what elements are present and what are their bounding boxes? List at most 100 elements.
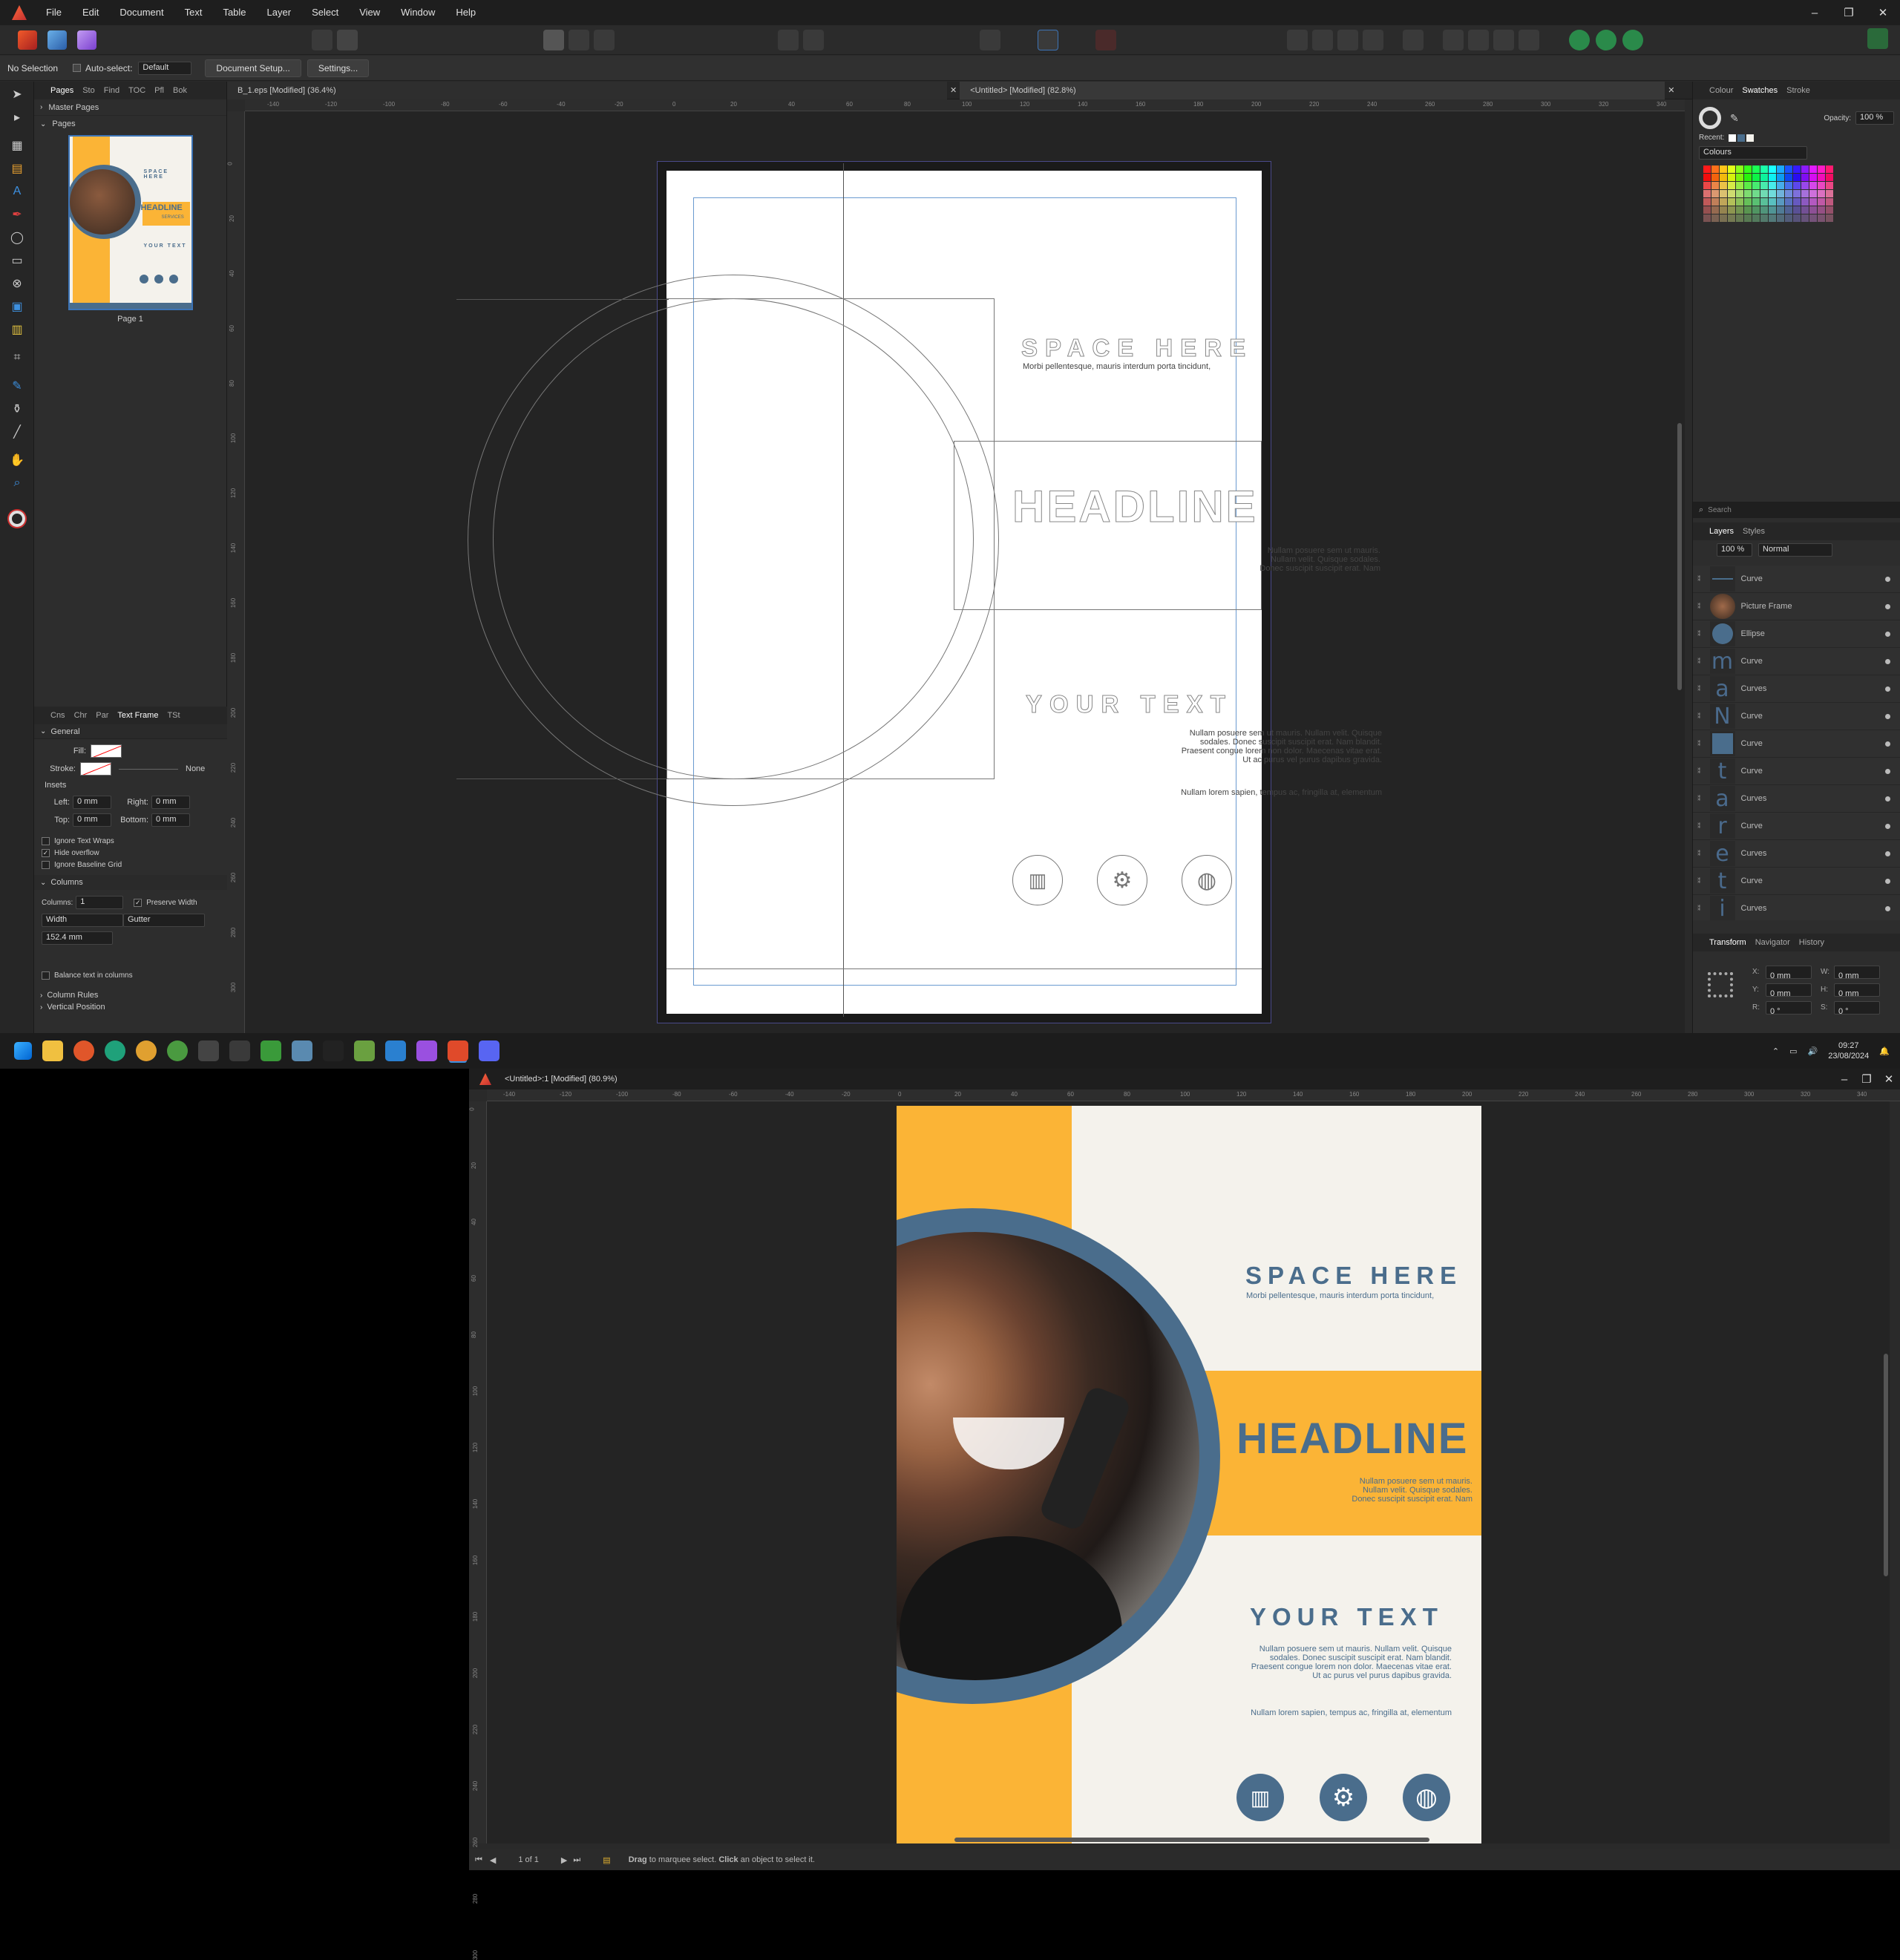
chevron-right-icon[interactable]: › [40,103,42,111]
visibility-toggle-icon[interactable]: ⁑ [1697,850,1701,858]
zoom-tool-icon[interactable]: ⌕ [6,473,28,494]
swatch[interactable] [1826,214,1833,222]
hide-overflow-checkbox[interactable]: ✓ [42,849,50,857]
layers-search[interactable]: Search [1708,506,1732,514]
swatch[interactable] [1777,214,1784,222]
swatch[interactable] [1801,165,1809,173]
frame-text-tool-icon[interactable]: ▤ [6,158,28,179]
layer-visibility-icon[interactable] [1885,603,1890,609]
app-icon[interactable] [292,1040,312,1061]
tab-swatches[interactable]: Swatches [1742,86,1778,95]
swatch[interactable] [1818,198,1825,206]
swatch[interactable] [1703,190,1711,197]
chrome-icon[interactable] [136,1040,157,1061]
layer-row[interactable]: ⁑ Curve [1693,730,1900,758]
swatch[interactable] [1793,190,1801,197]
layer-visibility-icon[interactable] [1885,686,1890,692]
swatch[interactable] [1793,198,1801,206]
swatch[interactable] [1728,182,1735,189]
tab-colour[interactable]: Colour [1709,86,1733,95]
swatch[interactable] [1785,214,1792,222]
stroke-swatch[interactable] [80,762,111,776]
tab-cns[interactable]: Cns [50,711,65,720]
swatch[interactable] [1736,182,1743,189]
swatch[interactable] [1720,165,1727,173]
swatch[interactable] [1826,198,1833,206]
visibility-toggle-icon[interactable]: ⁑ [1697,575,1701,583]
swatch[interactable] [1785,206,1792,214]
boolean-subtract-icon[interactable] [1596,29,1616,50]
tab-par[interactable]: Par [96,711,108,720]
tab-stroke[interactable]: Stroke [1786,86,1810,95]
swatch[interactable] [1785,165,1792,173]
chrome-icon[interactable] [167,1040,188,1061]
layer-row[interactable]: ⁑ t Curve [1693,758,1900,785]
swatch[interactable] [1818,182,1825,189]
swatch[interactable] [1703,182,1711,189]
color-picker-icon[interactable]: ✎ [1730,112,1739,125]
swatch[interactable] [1760,198,1768,206]
horizontal-ruler[interactable]: -140 -120 -100 -80 -60 -40 -20 0 20 40 60 80 100 120 1… [245,99,1685,111]
app-icon[interactable] [354,1040,375,1061]
swatch[interactable] [1752,190,1760,197]
toolbar-button[interactable] [312,29,332,50]
menu-item-edit[interactable]: Edit [72,0,109,25]
swatch[interactable] [1769,165,1776,173]
blend-mode-dropdown[interactable]: Normal [1758,543,1832,557]
swatch[interactable] [1744,165,1752,173]
visibility-toggle-icon[interactable]: ⁑ [1697,905,1701,913]
swatch[interactable] [1728,174,1735,181]
swatch[interactable] [1785,182,1792,189]
general-section[interactable]: General [50,727,79,736]
preserve-width-checkbox[interactable]: ✓ [134,898,142,907]
swatch[interactable] [1736,190,1743,197]
swatch[interactable] [1744,206,1752,214]
y-field[interactable]: 0 mm [1766,983,1812,998]
swatch[interactable] [1809,182,1817,189]
picture-frame-tool-icon[interactable]: ▭ [6,250,28,271]
swatch[interactable] [1785,190,1792,197]
swatch[interactable] [1809,190,1817,197]
swatch[interactable] [1818,174,1825,181]
layer-visibility-icon[interactable] [1885,768,1890,774]
swatch[interactable] [1760,182,1768,189]
x-field[interactable]: 0 mm [1766,966,1812,980]
toolbar-button[interactable] [778,29,799,50]
swatch[interactable] [1703,165,1711,173]
swatch[interactable] [1809,198,1817,206]
swatch[interactable] [1752,182,1760,189]
swatch[interactable] [1711,198,1719,206]
view-mode-icon[interactable] [543,29,564,50]
layer-row[interactable]: ⁑ Picture Frame [1693,593,1900,620]
visibility-toggle-icon[interactable]: ⁑ [1697,877,1701,885]
width-field[interactable]: 152.4 mm [42,931,113,945]
tab-chr[interactable]: Chr [74,711,88,720]
toolbar-button[interactable] [1312,29,1333,50]
swatch[interactable] [1793,165,1801,173]
doc-tab-close-icon[interactable]: ✕ [947,82,960,99]
visibility-toggle-icon[interactable]: ⁑ [1697,740,1701,748]
swatch[interactable] [1809,174,1817,181]
designer-app-icon[interactable] [385,1040,406,1061]
swatch[interactable] [1752,174,1760,181]
layer-visibility-icon[interactable] [1885,658,1890,664]
swatch[interactable] [1752,206,1760,214]
swatch[interactable] [1777,165,1784,173]
visibility-toggle-icon[interactable]: ⁑ [1697,685,1701,693]
menu-item-select[interactable]: Select [301,0,349,25]
tab-layers[interactable]: Layers [1709,527,1734,536]
account-icon[interactable] [1867,28,1888,51]
swatch[interactable] [1728,206,1735,214]
color-wheel-icon[interactable] [6,508,28,529]
fill-tool-icon[interactable]: ✎ [6,376,28,396]
visibility-toggle-icon[interactable]: ⁑ [1697,712,1701,721]
swatch[interactable] [1809,206,1817,214]
swatch[interactable] [1777,190,1784,197]
page-count[interactable]: 1 of 1 [518,1855,539,1864]
visibility-toggle-icon[interactable]: ⁑ [1697,822,1701,830]
swatch[interactable] [1752,198,1760,206]
visibility-toggle-icon[interactable]: ⁑ [1697,767,1701,776]
minimize-icon[interactable]: – [1798,0,1832,25]
text-frame-tool-icon[interactable] [1038,29,1058,50]
w-field[interactable]: 0 mm [1834,966,1880,980]
